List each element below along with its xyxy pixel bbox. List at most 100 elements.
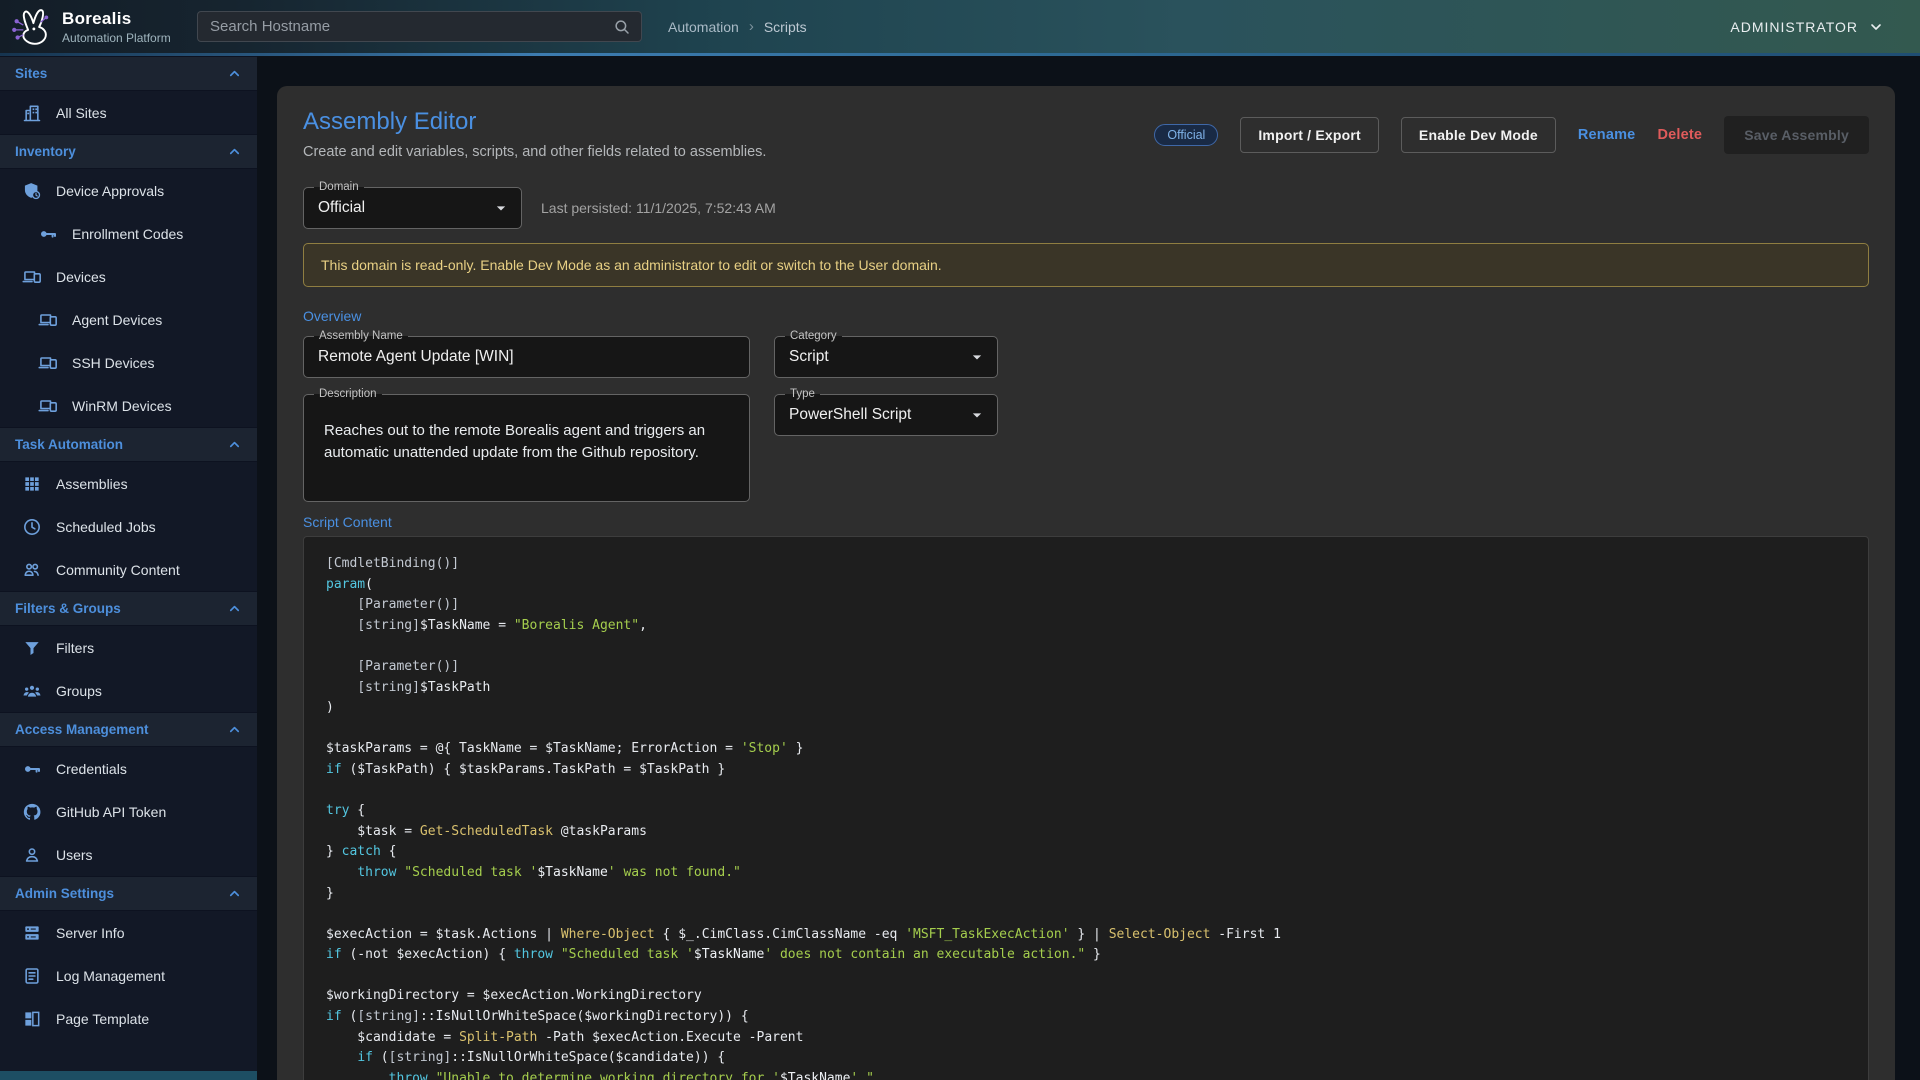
description-field[interactable]: Description Reaches out to the remote Bo… xyxy=(303,394,750,502)
code-line: param( xyxy=(326,575,1846,596)
assembly-editor-panel: Assembly Editor Create and edit variable… xyxy=(277,86,1895,1080)
overview-fields: Assembly Name Remote Agent Update [WIN] … xyxy=(303,336,1869,502)
code-line: [string]$TaskName = "Borealis Agent", xyxy=(326,616,1846,637)
search-box[interactable] xyxy=(197,11,642,42)
search-icon xyxy=(613,18,631,36)
sidebar-item-log-management[interactable]: Log Management xyxy=(0,954,257,997)
breadcrumb-automation[interactable]: Automation xyxy=(668,19,739,35)
read-only-warning-banner: This domain is read-only. Enable Dev Mod… xyxy=(303,243,1869,287)
domain-select[interactable]: Domain Official xyxy=(303,187,522,229)
search-input[interactable] xyxy=(198,18,613,35)
sidebar-item-page-template[interactable]: Page Template xyxy=(0,997,257,1040)
key-icon xyxy=(38,224,58,244)
assembly-name-label: Assembly Name xyxy=(314,328,408,344)
sidebar-item-filters[interactable]: Filters xyxy=(0,626,257,669)
breadcrumb-scripts[interactable]: Scripts xyxy=(764,19,807,35)
assembly-name-field[interactable]: Assembly Name Remote Agent Update [WIN] xyxy=(303,336,750,378)
user-icon xyxy=(22,845,42,865)
save-assembly-button[interactable]: Save Assembly xyxy=(1724,116,1869,154)
sidebar-item-label: SSH Devices xyxy=(72,355,154,371)
last-persisted-text: Last persisted: 11/1/2025, 7:52:43 AM xyxy=(541,200,776,216)
sidebar-item-users[interactable]: Users xyxy=(0,833,257,876)
overview-section-label: Overview xyxy=(303,308,1869,324)
editor-header: Assembly Editor Create and edit variable… xyxy=(303,108,1869,160)
key-icon xyxy=(22,759,42,779)
code-line: [string]$TaskPath xyxy=(326,678,1846,699)
chevron-up-icon xyxy=(227,144,242,159)
buildings-icon xyxy=(22,103,42,123)
funnel-icon xyxy=(22,638,42,658)
sidebar-bottom-strip xyxy=(0,1071,257,1080)
topbar: Borealis Automation Platform Automation … xyxy=(0,0,1920,53)
user-menu[interactable]: ADMINISTRATOR xyxy=(1730,0,1884,53)
sidebar-section-admin-settings[interactable]: Admin Settings xyxy=(0,876,257,911)
sidebar-item-label: Enrollment Codes xyxy=(72,226,183,242)
code-line: if ([string]::IsNullOrWhiteSpace($workin… xyxy=(326,1007,1846,1028)
template-icon xyxy=(22,1009,42,1029)
sidebar-item-scheduled-jobs[interactable]: Scheduled Jobs xyxy=(0,505,257,548)
clock-icon xyxy=(22,517,42,537)
sidebar-item-assemblies[interactable]: Assemblies xyxy=(0,462,257,505)
code-line xyxy=(326,904,1846,925)
code-line: ) xyxy=(326,698,1846,719)
code-line: if (-not $execAction) { throw "Scheduled… xyxy=(326,945,1846,966)
code-line xyxy=(326,966,1846,987)
code-line: } xyxy=(326,884,1846,905)
sidebar-section-inventory[interactable]: Inventory xyxy=(0,134,257,169)
sidebar-item-all-sites[interactable]: All Sites xyxy=(0,91,257,134)
sidebar-item-credentials[interactable]: Credentials xyxy=(0,747,257,790)
sidebar-section-label: Task Automation xyxy=(15,437,123,452)
sidebar-item-label: Agent Devices xyxy=(72,312,162,328)
sidebar-item-github-api-token[interactable]: GitHub API Token xyxy=(0,790,257,833)
type-select[interactable]: Type PowerShell Script xyxy=(774,394,998,436)
script-content-section-label: Script Content xyxy=(303,514,1869,530)
sidebar-item-label: GitHub API Token xyxy=(56,804,166,820)
enable-dev-mode-button[interactable]: Enable Dev Mode xyxy=(1401,117,1556,153)
description-label: Description xyxy=(314,386,382,402)
topbar-accent-line xyxy=(0,53,1920,56)
code-line: if ($TaskPath) { $taskParams.TaskPath = … xyxy=(326,760,1846,781)
chevron-up-icon xyxy=(227,722,242,737)
shield-check-icon xyxy=(22,181,42,201)
chevron-up-icon xyxy=(227,66,242,81)
sidebar-item-ssh-devices[interactable]: SSH Devices xyxy=(0,341,257,384)
delete-button[interactable]: Delete xyxy=(1657,127,1702,143)
domain-row: Domain Official Last persisted: 11/1/202… xyxy=(303,187,1869,229)
page-title: Assembly Editor xyxy=(303,108,766,136)
rename-button[interactable]: Rename xyxy=(1578,127,1636,143)
sidebar-item-device-approvals[interactable]: Device Approvals xyxy=(0,169,257,212)
sidebar-item-winrm-devices[interactable]: WinRM Devices xyxy=(0,384,257,427)
domain-select-label: Domain xyxy=(314,179,364,195)
editor-actions: Official Import / Export Enable Dev Mode… xyxy=(1154,116,1869,154)
devices-icon xyxy=(38,353,58,373)
code-line: if ([string]::IsNullOrWhiteSpace($candid… xyxy=(326,1048,1846,1069)
breadcrumb: Automation › Scripts xyxy=(668,0,807,53)
category-label: Category xyxy=(785,328,842,344)
sidebar-item-community-content[interactable]: Community Content xyxy=(0,548,257,591)
sidebar-item-label: Community Content xyxy=(56,562,180,578)
sidebar-section-task-automation[interactable]: Task Automation xyxy=(0,427,257,462)
import-export-button[interactable]: Import / Export xyxy=(1240,117,1379,153)
sidebar-section-filters-groups[interactable]: Filters & Groups xyxy=(0,591,257,626)
script-editor[interactable]: [CmdletBinding()]param( [Parameter()] [s… xyxy=(303,536,1869,1080)
github-icon xyxy=(22,802,42,822)
sidebar-item-server-info[interactable]: Server Info xyxy=(0,911,257,954)
chevron-up-icon xyxy=(227,601,242,616)
category-select[interactable]: Category Script xyxy=(774,336,998,378)
code-line xyxy=(326,719,1846,740)
chevron-down-icon xyxy=(1868,19,1884,35)
sidebar-item-devices[interactable]: Devices xyxy=(0,255,257,298)
sidebar-item-label: Devices xyxy=(56,269,106,285)
sidebar-section-sites[interactable]: Sites xyxy=(0,56,257,91)
warning-text: This domain is read-only. Enable Dev Mod… xyxy=(321,257,942,273)
sidebar: SitesAll SitesInventoryDevice Approvals E… xyxy=(0,56,257,1071)
domain-badge: Official xyxy=(1154,124,1218,146)
sidebar-item-label: Filters xyxy=(56,640,94,656)
sidebar-item-agent-devices[interactable]: Agent Devices xyxy=(0,298,257,341)
sidebar-section-access-management[interactable]: Access Management xyxy=(0,712,257,747)
sidebar-item-groups[interactable]: Groups xyxy=(0,669,257,712)
code-line: [Parameter()] xyxy=(326,595,1846,616)
sidebar-item-label: Scheduled Jobs xyxy=(56,519,156,535)
sidebar-item-enrollment-codes[interactable]: Enrollment Codes xyxy=(0,212,257,255)
chevron-up-icon xyxy=(227,886,242,901)
